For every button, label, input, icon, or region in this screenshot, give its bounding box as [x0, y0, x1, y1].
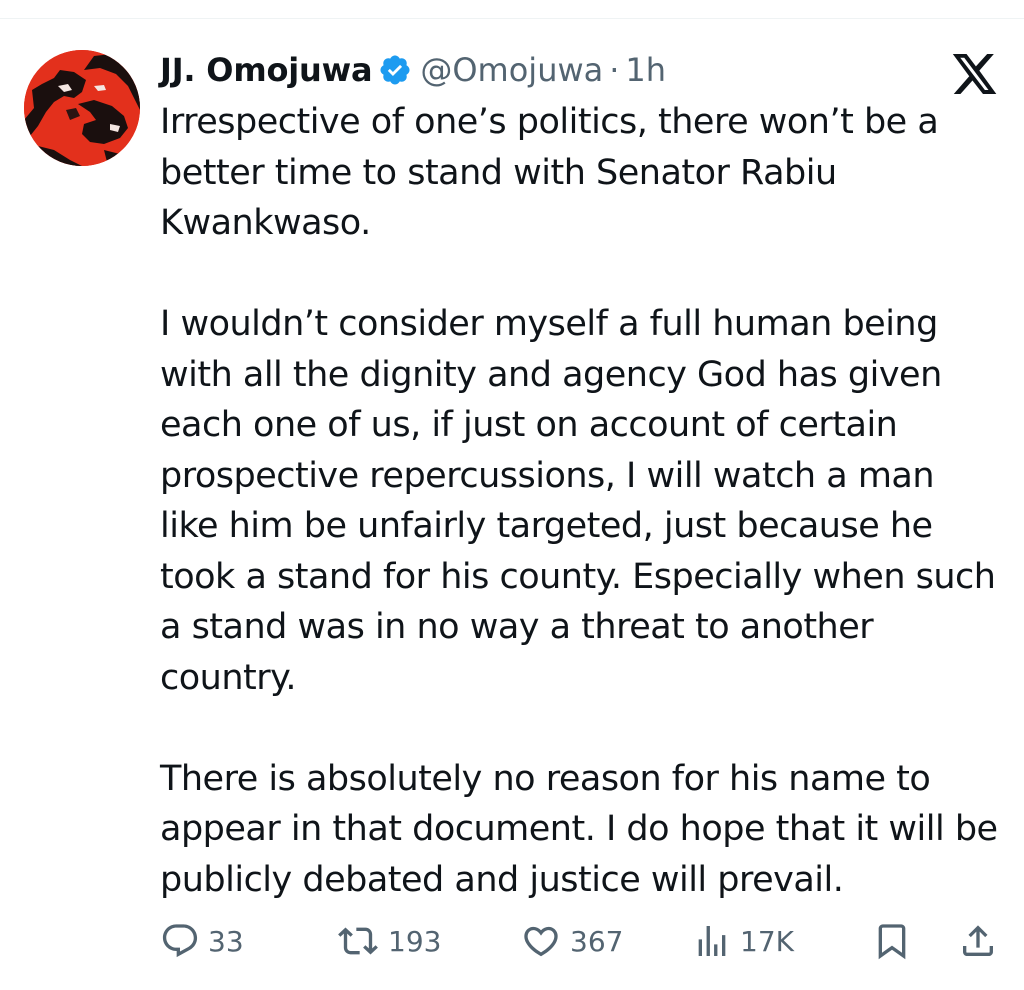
- author-name[interactable]: JJ. Omojuwa: [160, 51, 373, 89]
- action-bar: 33 193 367 17K: [160, 918, 1000, 964]
- share-button[interactable]: [958, 918, 998, 964]
- reply-button[interactable]: 33: [160, 918, 244, 964]
- avatar[interactable]: [24, 50, 140, 166]
- bookmark-icon: [878, 924, 906, 960]
- retweet-button[interactable]: 193: [336, 918, 441, 964]
- tweet-paragraph: Irrespective of one’s politics, there wo…: [160, 102, 939, 243]
- avatar-image: [24, 50, 140, 166]
- like-icon: [524, 926, 558, 957]
- tweet[interactable]: JJ. Omojuwa @Omojuwa · 1h Irrespective o…: [0, 0, 1024, 971]
- tweet-text: Irrespective of one’s politics, there wo…: [160, 97, 1000, 905]
- views-count: 17K: [740, 924, 794, 958]
- tweet-header: JJ. Omojuwa @Omojuwa · 1h: [160, 49, 666, 91]
- like-button[interactable]: 367: [520, 918, 623, 964]
- reply-count: 33: [208, 924, 244, 958]
- timestamp[interactable]: 1h: [625, 51, 666, 89]
- reply-icon: [162, 924, 198, 958]
- separator-dot: ·: [609, 51, 620, 89]
- bookmark-button[interactable]: [872, 918, 912, 964]
- retweet-icon: [338, 927, 378, 955]
- views-icon: [698, 926, 726, 956]
- like-count: 367: [570, 924, 624, 958]
- views-button[interactable]: 17K: [692, 918, 794, 964]
- tweet-paragraph: I wouldn’t consider myself a full human …: [160, 304, 996, 698]
- x-logo-icon[interactable]: [950, 53, 998, 95]
- retweet-count: 193: [388, 924, 442, 958]
- verified-badge-icon: [380, 55, 410, 85]
- author-handle[interactable]: @Omojuwa: [420, 51, 603, 89]
- tweet-paragraph: There is absolutely no reason for his na…: [160, 758, 998, 900]
- share-icon: [963, 925, 993, 956]
